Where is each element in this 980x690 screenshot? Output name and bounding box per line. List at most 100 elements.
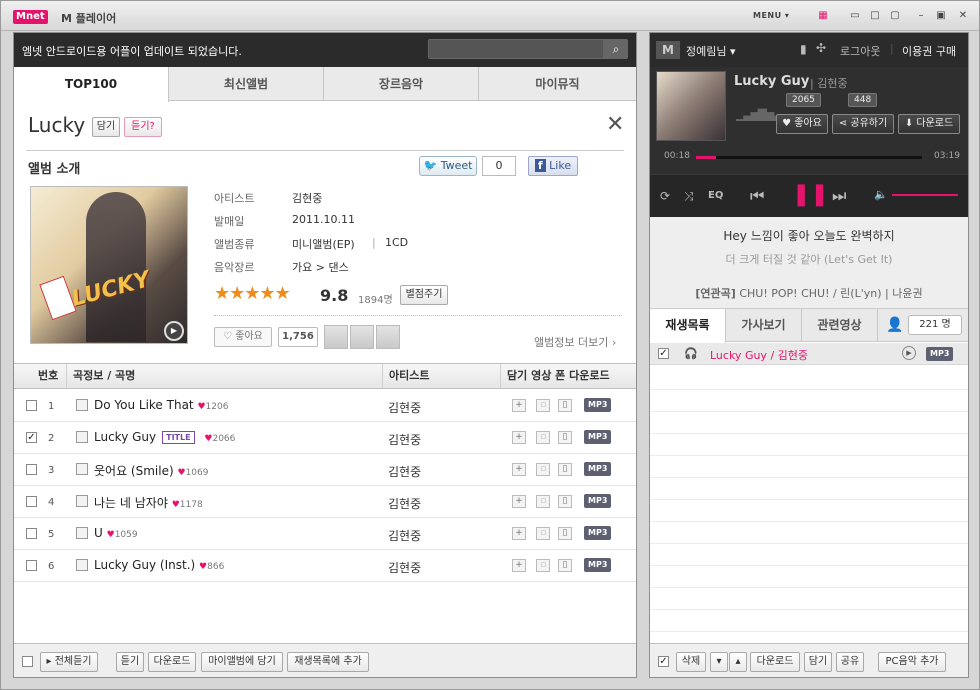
tweet-button[interactable]: 🐦 Tweet bbox=[419, 156, 477, 176]
song-artist[interactable]: 김현중 bbox=[388, 431, 421, 448]
video-icon[interactable]: ▫ bbox=[536, 463, 550, 476]
buy-pass-link[interactable]: 이용권 구매 bbox=[902, 43, 956, 59]
table-row[interactable]: 6 Lucky Guy (Inst.) ♥866 김현중 + ▫ ▯ MP3 bbox=[14, 550, 636, 582]
move-down-icon[interactable]: ▾ bbox=[710, 652, 728, 672]
pc-music-add-button[interactable]: PC음악 추가 bbox=[878, 652, 946, 672]
song-artist[interactable]: 김현중 bbox=[388, 399, 421, 416]
add-to-list-icon[interactable]: + bbox=[512, 399, 526, 412]
move-up-icon[interactable]: ▴ bbox=[729, 652, 747, 672]
close-icon[interactable]: ✕ bbox=[957, 10, 969, 22]
playlist-share-button[interactable]: 공유 bbox=[836, 652, 864, 672]
tab-playlist[interactable]: 재생목록 bbox=[650, 309, 726, 343]
related-song-links[interactable]: CHU! POP! CHU! / 린(L'yn) | 나윤권 bbox=[739, 287, 922, 300]
album-info-more-link[interactable]: 앨범정보 더보기 › bbox=[534, 334, 616, 350]
playlist-add-button[interactable]: 담기 bbox=[804, 652, 832, 672]
song-title[interactable]: U bbox=[94, 526, 103, 540]
next-icon[interactable]: ⏭ bbox=[832, 186, 846, 206]
rate-button[interactable]: 별점주기 bbox=[400, 285, 448, 305]
phone-icon[interactable]: ▯ bbox=[558, 559, 572, 572]
mp3-download-button[interactable]: MP3 bbox=[584, 462, 612, 476]
song-info-icon[interactable] bbox=[76, 559, 88, 571]
play-circle-icon[interactable]: ▶ bbox=[902, 346, 916, 360]
video-icon[interactable]: ▫ bbox=[536, 495, 550, 508]
row-checkbox[interactable] bbox=[26, 528, 37, 539]
table-row[interactable]: ✓ 2 Lucky Guy TITLE ♥2066 김현중 + ▫ ▯ MP3 bbox=[14, 422, 636, 454]
mp3-download-button[interactable]: MP3 bbox=[584, 558, 612, 572]
row-checkbox[interactable] bbox=[26, 560, 37, 571]
player-share-button[interactable]: ⋖ 공유하기 bbox=[832, 114, 894, 134]
playlist-download-button[interactable]: 다운로드 bbox=[750, 652, 800, 672]
table-row[interactable]: 4 나는 네 남자야 ♥1178 김현중 + ▫ ▯ MP3 bbox=[14, 486, 636, 518]
tab-related-videos[interactable]: 관련영상 bbox=[802, 309, 878, 342]
mp3-download-button[interactable]: MP3 bbox=[584, 526, 612, 540]
phone-icon[interactable]: ▯ bbox=[558, 527, 572, 540]
song-info-icon[interactable] bbox=[76, 399, 88, 411]
volume-icon[interactable]: 🔈 bbox=[874, 188, 888, 201]
eq-button[interactable]: EQ bbox=[708, 190, 723, 201]
user-name[interactable]: 정예림님 ▾ bbox=[686, 43, 736, 59]
like-button[interactable]: ♡ 좋아요 bbox=[214, 327, 272, 347]
phone-icon[interactable]: ▯ bbox=[558, 431, 572, 444]
phone-icon[interactable]: ▯ bbox=[558, 463, 572, 476]
song-title[interactable]: 웃어요 (Smile) bbox=[94, 464, 174, 478]
restore-icon[interactable]: □ bbox=[869, 10, 881, 22]
search-input[interactable] bbox=[428, 39, 604, 59]
row-checkbox[interactable] bbox=[26, 464, 37, 475]
select-all-checkbox[interactable] bbox=[22, 656, 33, 667]
avatar[interactable] bbox=[350, 325, 374, 349]
logout-link[interactable]: 로그아웃 bbox=[840, 43, 880, 59]
table-row[interactable]: 3 웃어요 (Smile) ♥1069 김현중 + ▫ ▯ MP3 bbox=[14, 454, 636, 486]
add-to-list-icon[interactable]: + bbox=[512, 431, 526, 444]
phone-icon[interactable]: ▯ bbox=[558, 399, 572, 412]
tab-lyrics[interactable]: 가사보기 bbox=[726, 309, 802, 342]
play-icon[interactable]: ▶ bbox=[164, 321, 184, 341]
settings-icon[interactable]: ✣ bbox=[816, 41, 826, 55]
song-info-icon[interactable] bbox=[76, 463, 88, 475]
table-row[interactable]: 5 U ♥1059 김현중 + ▫ ▯ MP3 bbox=[14, 518, 636, 550]
song-title[interactable]: Lucky Guy (Inst.) bbox=[94, 558, 195, 572]
play-all-button[interactable]: ▸ 전체듣기 bbox=[40, 652, 98, 672]
mp3-badge[interactable]: MP3 bbox=[926, 347, 954, 361]
video-icon[interactable]: ▫ bbox=[536, 527, 550, 540]
tab-new-albums[interactable]: 최신앨범 bbox=[169, 67, 324, 101]
fullscreen-icon[interactable]: ▣ bbox=[935, 10, 947, 22]
add-to-list-icon[interactable]: + bbox=[512, 559, 526, 572]
add-to-list-icon[interactable]: + bbox=[512, 527, 526, 540]
song-info-icon[interactable] bbox=[76, 527, 88, 539]
playlist-item-title[interactable]: Lucky Guy / 김현중 bbox=[710, 347, 808, 363]
phone-icon[interactable]: ▯ bbox=[558, 495, 572, 508]
previous-icon[interactable]: ⏮ bbox=[750, 186, 764, 206]
song-info-icon[interactable] bbox=[76, 431, 88, 443]
song-artist[interactable]: 김현중 bbox=[388, 463, 421, 480]
song-title[interactable]: Lucky Guy bbox=[94, 430, 156, 444]
gift-button[interactable]: 듣기? bbox=[124, 117, 162, 137]
maximize-icon[interactable]: ▢ bbox=[889, 10, 901, 22]
listen-button[interactable]: 듣기 bbox=[116, 652, 144, 672]
skin-icon[interactable]: ▦ bbox=[817, 10, 829, 22]
avatar[interactable] bbox=[324, 325, 348, 349]
mp3-download-button[interactable]: MP3 bbox=[584, 398, 612, 412]
add-playlist-button[interactable]: 재생목록에 추가 bbox=[287, 652, 369, 672]
playlist-item[interactable]: ✓ 🎧 Lucky Guy / 김현중 ▶ MP3 bbox=[650, 343, 968, 365]
song-artist[interactable]: 김현중 bbox=[388, 527, 421, 544]
add-my-album-button[interactable]: 마이앨범에 담기 bbox=[201, 652, 283, 672]
delete-button[interactable]: 삭제 bbox=[676, 652, 706, 672]
trash-icon[interactable]: ▮ bbox=[800, 42, 807, 56]
close-album-icon[interactable]: ✕ bbox=[606, 114, 624, 136]
pause-icon[interactable]: ❚❚ bbox=[792, 182, 829, 207]
song-artist[interactable]: 김현중 bbox=[388, 559, 421, 576]
add-to-list-icon[interactable]: + bbox=[512, 495, 526, 508]
repeat-icon[interactable]: ⟳ bbox=[660, 189, 670, 203]
album-cover[interactable]: LUCKY bbox=[30, 186, 188, 344]
avatar[interactable] bbox=[376, 325, 400, 349]
volume-slider[interactable] bbox=[892, 194, 958, 196]
search-icon[interactable]: ⌕ bbox=[604, 39, 628, 59]
song-title[interactable]: 나는 네 남자야 bbox=[94, 496, 168, 510]
mp3-download-button[interactable]: MP3 bbox=[584, 430, 612, 444]
video-icon[interactable]: ▫ bbox=[536, 399, 550, 412]
tab-genre[interactable]: 장르음악 bbox=[324, 67, 479, 101]
artist-value[interactable]: 김현중 bbox=[292, 190, 322, 206]
row-checkbox[interactable] bbox=[26, 496, 37, 507]
progress-bar[interactable] bbox=[696, 156, 922, 159]
minimize-icon[interactable]: – bbox=[915, 10, 927, 22]
